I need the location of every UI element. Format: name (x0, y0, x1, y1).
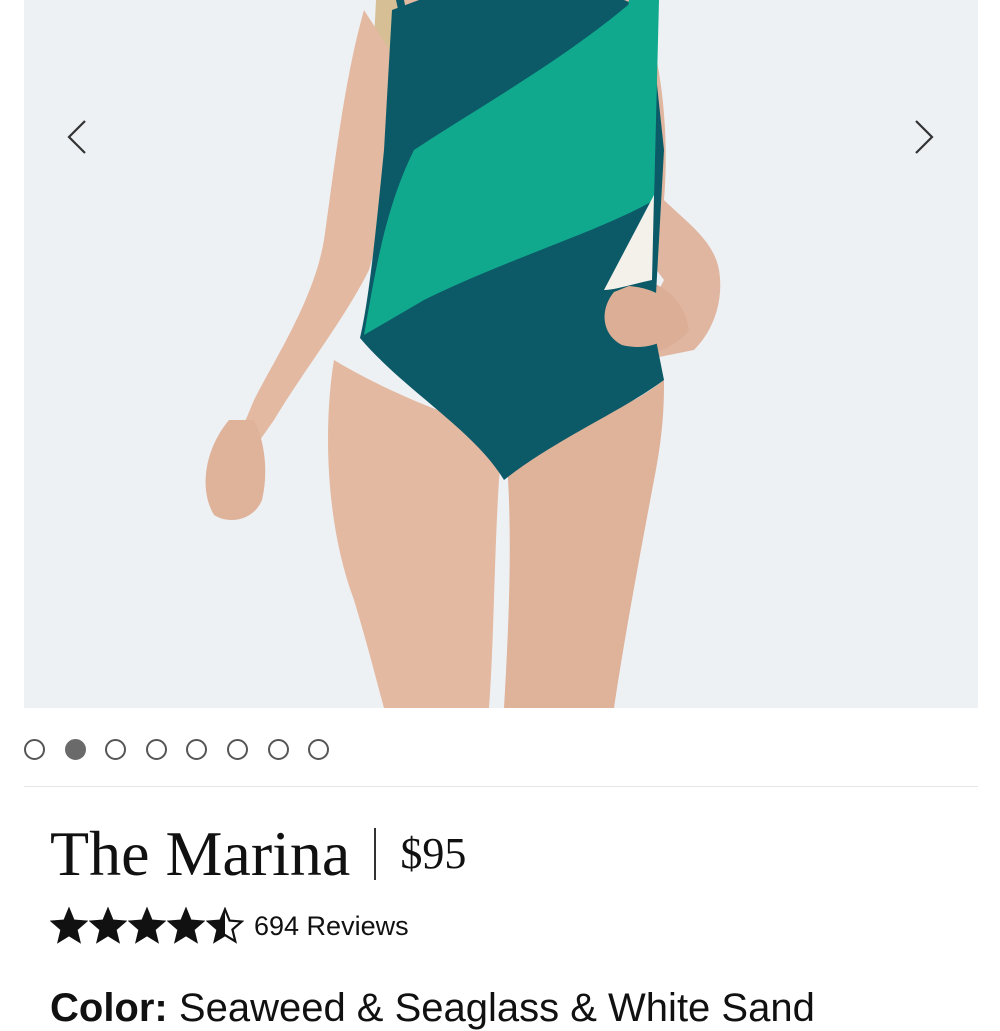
reviews-link[interactable]: 694 Reviews (254, 911, 409, 942)
product-price: $95 (400, 829, 467, 878)
gallery-dot-8[interactable] (308, 738, 330, 760)
title-price-separator (374, 828, 377, 880)
gallery-pagination (24, 736, 330, 762)
rating-row[interactable]: 694 Reviews (50, 904, 409, 948)
gallery-dot-1[interactable] (24, 738, 45, 760)
chevron-left-icon (67, 120, 86, 154)
star-half-icon (206, 907, 244, 944)
product-photo (24, 0, 978, 708)
gallery-prev-button[interactable] (52, 112, 102, 162)
star-rating (50, 907, 244, 945)
star-full-icon (50, 907, 88, 944)
star-full-icon (89, 907, 127, 944)
gallery-dot-6[interactable] (226, 738, 248, 760)
gallery-dot-2[interactable] (64, 738, 86, 760)
product-header: The Marina $95 (50, 818, 466, 890)
gallery-dot-5[interactable] (186, 738, 208, 760)
color-label: Color: (50, 986, 168, 1030)
star-full-icon (167, 907, 205, 944)
gallery-dot-3[interactable] (105, 738, 127, 760)
color-value: Seaweed & Seaglass & White Sand (178, 986, 815, 1030)
divider (24, 786, 978, 787)
gallery-dot-7[interactable] (267, 738, 289, 760)
product-image-gallery[interactable] (24, 0, 978, 708)
chevron-right-icon (915, 120, 934, 154)
gallery-next-button[interactable] (899, 112, 949, 162)
gallery-dot-4[interactable] (145, 738, 167, 760)
star-full-icon (128, 907, 166, 944)
product-title: The Marina (50, 818, 351, 889)
color-selection: Color: Seaweed & Seaglass & White Sand (50, 986, 815, 1031)
